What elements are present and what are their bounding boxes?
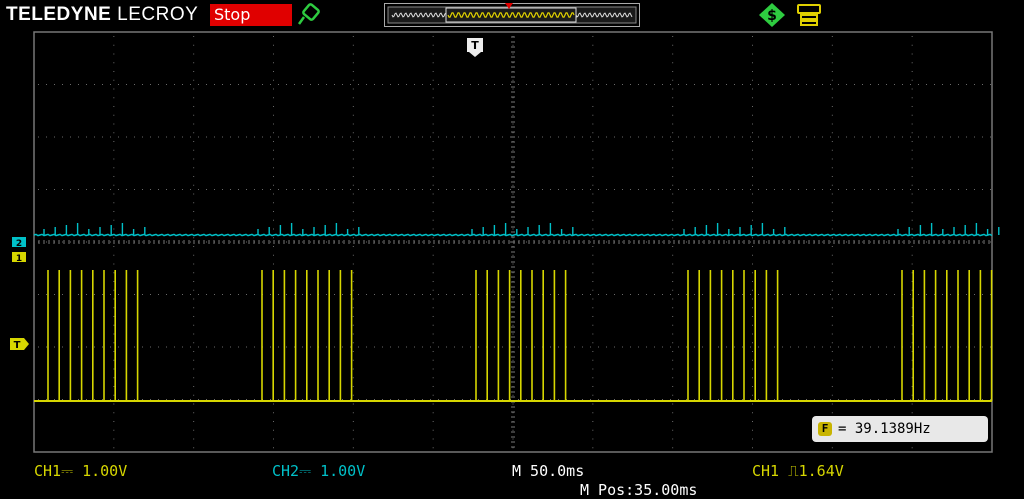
ch1-ground-marker[interactable]: 1 — [12, 252, 26, 264]
ch2-ground-marker[interactable]: 2 — [12, 237, 26, 249]
frequency-icon: F — [818, 422, 832, 436]
frequency-value: = 39.1389Hz — [838, 421, 931, 437]
frequency-measurement[interactable]: F = 39.1389Hz — [812, 416, 988, 442]
trigger-top-label: T — [471, 39, 479, 52]
trigger-level-marker[interactable]: T — [10, 338, 29, 351]
horizontal-position-readout[interactable]: M Pos:35.00ms — [580, 481, 697, 499]
ch1-scale-readout[interactable]: CH1⎓ 1.00V — [34, 462, 127, 480]
ch1-waveform — [34, 270, 993, 402]
ch2-marker-label: 2 — [16, 239, 22, 249]
ch2-scale-readout[interactable]: CH2⎓ 1.00V — [272, 462, 365, 480]
ch1-marker-label: 1 — [16, 254, 22, 264]
graticule — [33, 31, 993, 453]
ch2-waveform — [33, 223, 1000, 237]
trigger-position-marker[interactable]: T — [467, 38, 483, 57]
trigger-level-label: T — [14, 340, 21, 351]
timebase-readout[interactable]: M 50.0ms — [512, 462, 584, 480]
trigger-readout[interactable]: CH1 ⎍1.64V — [752, 462, 844, 480]
